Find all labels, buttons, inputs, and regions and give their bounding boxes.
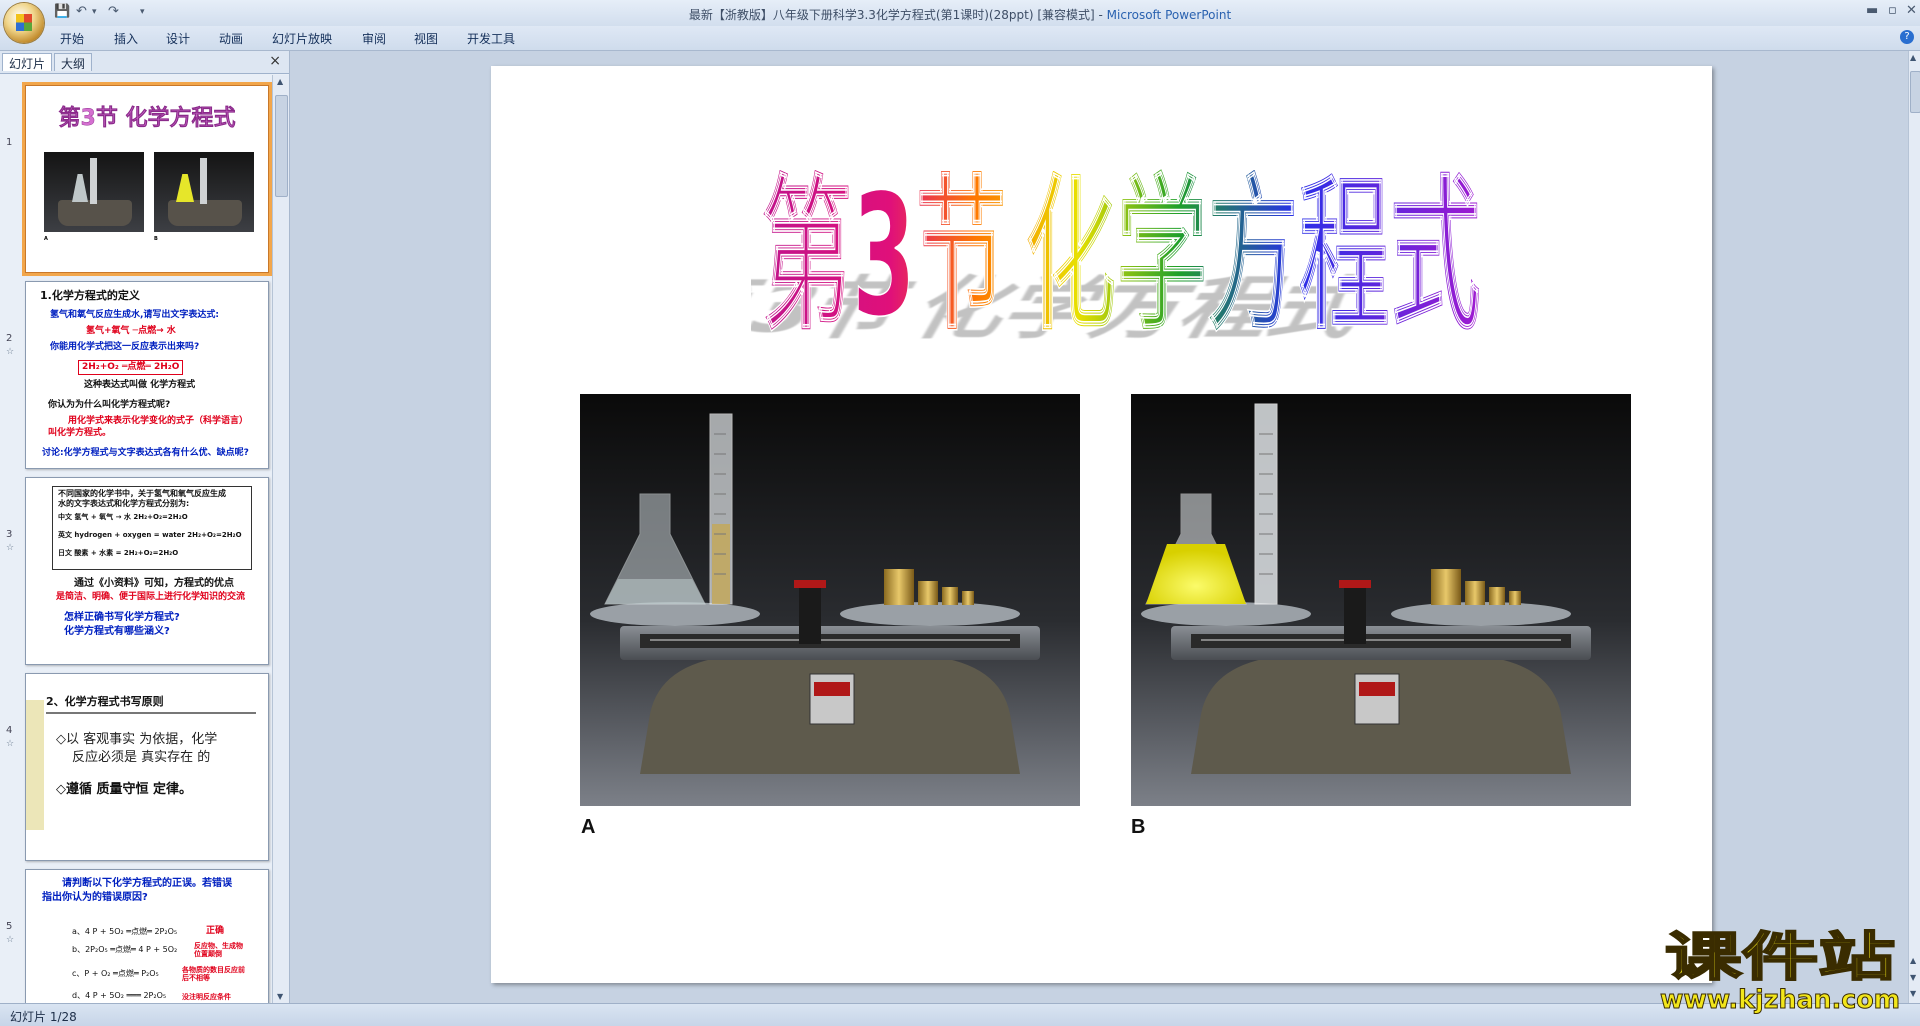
thumb-photo-a xyxy=(44,152,144,232)
photo-label-a: A xyxy=(581,816,596,838)
tab-animations[interactable]: 动画 xyxy=(219,30,243,47)
minimize-icon[interactable]: ▬ xyxy=(1866,3,1878,18)
tab-home[interactable]: 开始 xyxy=(60,30,84,47)
office-button[interactable] xyxy=(4,3,44,43)
thumbnail-scrollbar[interactable]: ▲ ▼ xyxy=(272,75,289,1003)
scroll-up-icon[interactable]: ▲ xyxy=(1910,53,1916,62)
tab-view[interactable]: 视图 xyxy=(414,30,438,47)
tab-review[interactable]: 审阅 xyxy=(362,30,386,47)
current-slide[interactable]: 第3节化学方程式 第3节化学方程式 xyxy=(491,66,1712,983)
photo-balance-a[interactable] xyxy=(580,394,1080,806)
window-title: 最新【浙教版】八年级下册科学3.3化学方程式(第1课时)(28ppt) [兼容模… xyxy=(688,8,1232,22)
pane-tabs: 幻灯片 大纲 × xyxy=(0,51,289,74)
slide-editing-area: 第3节化学方程式 第3节化学方程式 xyxy=(290,51,1908,1003)
slide-thumbnail-5[interactable]: 请判断以下化学方程式的正误。若错误 指出你认为的错误原因? a、4 P + 5O… xyxy=(25,869,269,1003)
scrollbar-thumb[interactable] xyxy=(1910,71,1920,113)
tab-slides[interactable]: 幻灯片 xyxy=(2,53,53,71)
scroll-up-icon[interactable]: ▲ xyxy=(277,77,283,86)
tab-slideshow[interactable]: 幻灯片放映 xyxy=(272,30,332,47)
scroll-down-icon[interactable]: ▼ xyxy=(277,992,283,1001)
maximize-icon[interactable]: ▫ xyxy=(1888,3,1897,18)
slide-thumbnail-2[interactable]: 1.化学方程式的定义 氢气和氧气反应生成水,请写出文字表达式: 氢气+氧气 ─点… xyxy=(25,281,269,469)
slide-thumbnail-3[interactable]: 不同国家的化学书中，关于氢气和氧气反应生成 水的文字表达式和化学方程式分别为: … xyxy=(25,477,269,665)
status-bar: 幻灯片 1/28 xyxy=(0,1003,1920,1026)
svg-text:www.kjzhan.com: www.kjzhan.com xyxy=(1660,985,1900,1015)
thumbnail-list: 1 第3节 化学方程式 A B 2 ☆ 1.化学方程式的定义 氢气和氧气反应生成… xyxy=(0,75,272,1003)
animation-star-icon: ☆ xyxy=(6,347,15,357)
svg-text:课件站: 课件站 xyxy=(1665,928,1895,988)
title-part-section: 第3节 xyxy=(761,158,1007,354)
slide-indicator: 幻灯片 1/28 xyxy=(10,1010,77,1024)
tab-insert[interactable]: 插入 xyxy=(114,30,138,47)
slide-number: 5 xyxy=(6,921,13,932)
svg-text:第3节化学方程式: 第3节化学方程式 xyxy=(761,158,1481,354)
pane-close-icon[interactable]: × xyxy=(269,53,281,69)
animation-star-icon: ☆ xyxy=(6,739,15,749)
wordart-title[interactable]: 第3节化学方程式 第3节化学方程式 xyxy=(751,146,1491,356)
slide-number: 3 xyxy=(6,529,13,540)
next-slide-icon[interactable]: ▼ xyxy=(1910,973,1916,982)
animation-star-icon: ☆ xyxy=(6,935,15,945)
document-name: 最新【浙教版】八年级下册科学3.3化学方程式(第1课时)(28ppt) [兼容模… xyxy=(688,8,1095,22)
slide-number: 4 xyxy=(6,725,13,736)
tab-outline[interactable]: 大纲 xyxy=(54,53,93,71)
tab-design[interactable]: 设计 xyxy=(166,30,190,47)
application-name: Microsoft PowerPoint xyxy=(1106,8,1232,22)
title-bar: 💾 ↶ ▾ ↷ ▾ 最新【浙教版】八年级下册科学3.3化学方程式(第1课时)(2… xyxy=(0,0,1920,43)
slide-thumbnail-4[interactable]: 2、化学方程式书写原则 ◇以 客观事实 为依据，化学 反应必须是 真实存在 的 … xyxy=(25,673,269,861)
scrollbar-thumb[interactable] xyxy=(275,95,288,197)
photo-balance-b[interactable] xyxy=(1131,394,1631,806)
slides-pane: 幻灯片 大纲 × 1 第3节 化学方程式 A B 2 ☆ 1.化学方程式的定义 xyxy=(0,51,290,1003)
previous-slide-icon[interactable]: ▲ xyxy=(1910,956,1916,965)
title-part-topic: 化学方程式 xyxy=(1025,158,1481,354)
thumb-photo-b xyxy=(154,152,254,232)
tab-developer[interactable]: 开发工具 xyxy=(467,30,515,47)
slide-scrollbar[interactable]: ▲ ▲ ▼ ▼ xyxy=(1908,51,1920,1003)
photo-label-b: B xyxy=(1131,816,1146,838)
animation-star-icon: ☆ xyxy=(6,543,15,553)
help-icon[interactable]: ? xyxy=(1900,30,1914,44)
thumb-title: 第3节 化学方程式 xyxy=(58,106,236,131)
scroll-down-icon[interactable]: ▼ xyxy=(1910,989,1916,998)
slide-number: 2 xyxy=(6,333,13,344)
slide-thumbnail-1[interactable]: 第3节 化学方程式 A B xyxy=(22,82,272,276)
watermark-logo: 课件站 www.kjzhan.com xyxy=(1660,927,1901,1016)
ribbon-tab-bar: 开始 插入 设计 动画 幻灯片放映 审阅 视图 开发工具 ? xyxy=(0,26,1920,51)
slide-number: 1 xyxy=(6,137,13,148)
close-icon[interactable]: ✕ xyxy=(1906,3,1917,18)
